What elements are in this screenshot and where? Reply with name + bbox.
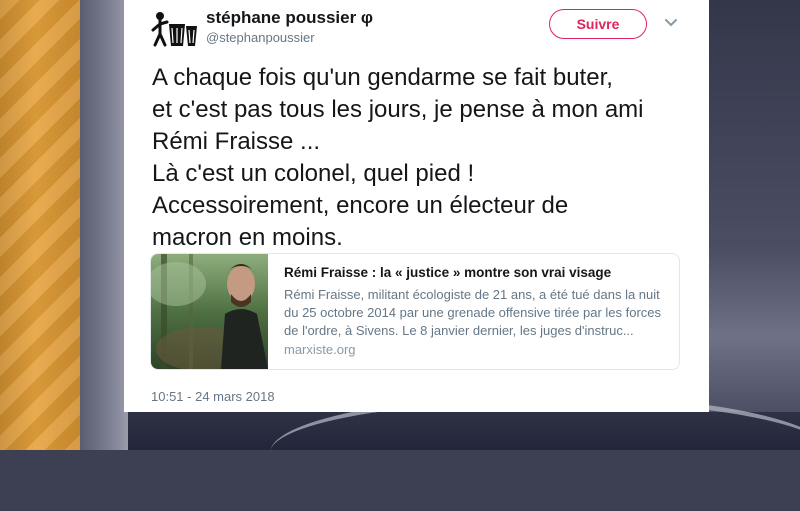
- author-handle[interactable]: @stephanpoussier: [206, 30, 315, 45]
- background-right-panel: [700, 0, 800, 450]
- follow-button[interactable]: Suivre: [549, 9, 647, 39]
- avatar[interactable]: [150, 10, 198, 48]
- background-stripe: [80, 0, 128, 450]
- tweet-text: A chaque fois qu'un gendarme se fait but…: [152, 64, 644, 251]
- author-name[interactable]: stéphane poussier φ: [206, 8, 373, 28]
- chevron-down-icon[interactable]: [664, 18, 678, 28]
- link-preview-card[interactable]: Rémi Fraisse : la « justice » montre son…: [150, 253, 680, 370]
- link-preview-description: Rémi Fraisse, militant écologiste de 21 …: [284, 287, 662, 338]
- background-left-panel: [0, 0, 80, 450]
- background-arc: [270, 395, 800, 511]
- link-preview-title: Rémi Fraisse : la « justice » montre son…: [284, 265, 612, 280]
- tweet-timestamp[interactable]: 10:51 - 24 mars 2018: [151, 389, 275, 404]
- link-preview-image: [151, 254, 268, 369]
- link-preview-domain: marxiste.org: [284, 342, 356, 357]
